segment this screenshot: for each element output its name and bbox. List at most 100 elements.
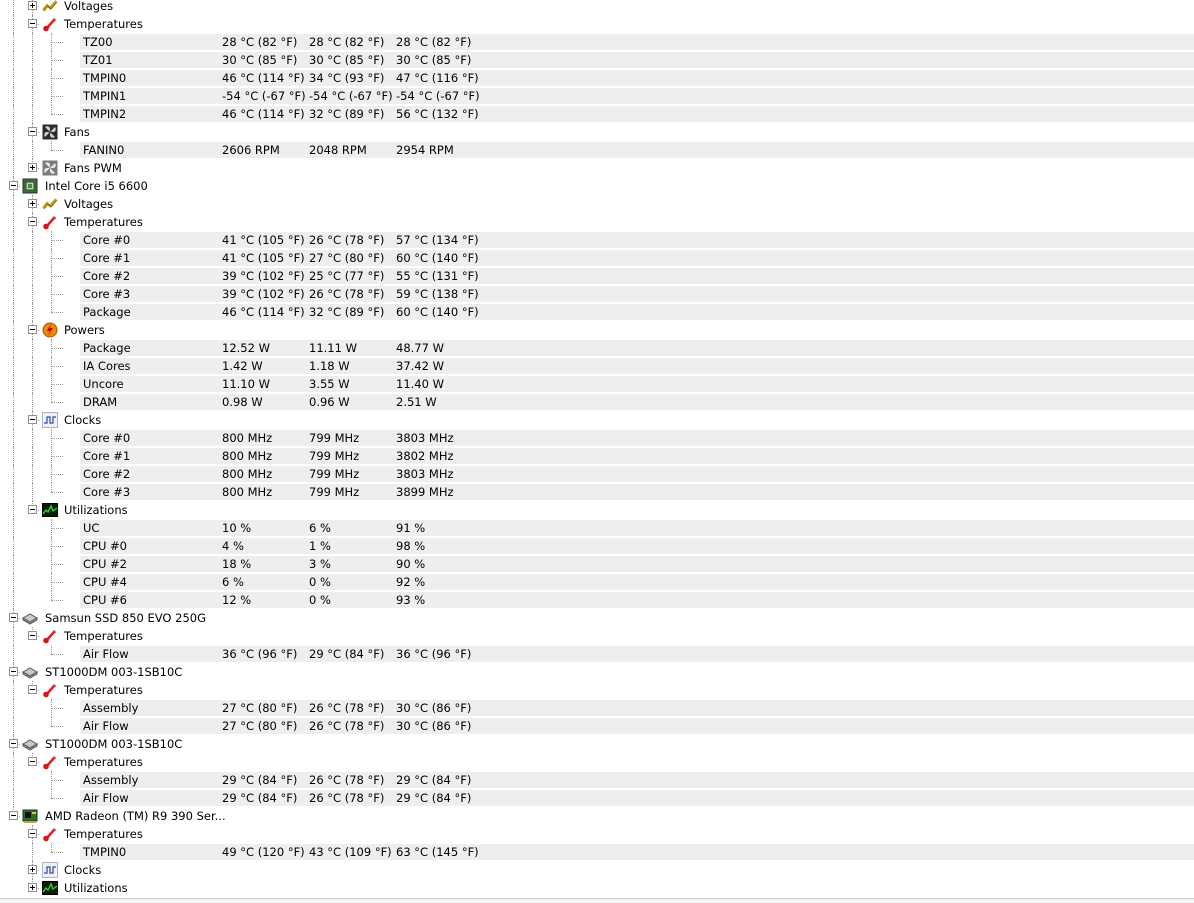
collapse-toggle-icon[interactable] [9, 811, 18, 820]
sensor-group-node[interactable]: Temperatures [0, 825, 1194, 843]
collapse-toggle-icon[interactable] [28, 829, 37, 838]
sensor-group-node[interactable]: Fans PWM [0, 159, 1194, 177]
max-cell: 98 % [396, 539, 426, 553]
tree-guide-line [32, 51, 33, 69]
collapse-toggle-icon[interactable] [9, 613, 18, 622]
sensor-group-node[interactable]: Utilizations [0, 501, 1194, 519]
node-label: Assembly [83, 773, 139, 787]
sensor-row[interactable]: Core #1 41 °C (105 °F) 27 °C (80 °F) 60 °C … [0, 249, 1194, 267]
collapse-toggle-icon[interactable] [28, 127, 37, 136]
collapse-toggle-icon[interactable] [28, 685, 37, 694]
expand-toggle-icon[interactable] [28, 199, 37, 208]
value-cell: 800 MHz [222, 467, 273, 481]
device-node[interactable]: AMD Radeon (TM) R9 390 Ser... [0, 807, 1194, 825]
horizontal-scrollbar[interactable] [0, 898, 1194, 903]
sensor-group-node[interactable]: Fans [0, 123, 1194, 141]
min-cell: 30 °C (85 °F) [309, 53, 385, 67]
sensor-row[interactable]: TZ00 28 °C (82 °F) 28 °C (82 °F) 28 °C (82 … [0, 33, 1194, 51]
sensor-group-node[interactable]: Voltages [0, 195, 1194, 213]
node-label: Powers [64, 323, 105, 337]
tree-connector [51, 240, 63, 241]
expand-toggle-icon[interactable] [28, 1, 37, 10]
collapse-toggle-icon[interactable] [28, 19, 37, 28]
sensor-row[interactable]: TMPIN0 49 °C (120 °F) 43 °C (109 °F) 63 °C … [0, 843, 1194, 861]
tree-connector [51, 798, 63, 799]
sensor-row[interactable]: CPU #4 6 % 0 % 92 % [0, 573, 1194, 591]
sensor-group-node[interactable]: Temperatures [0, 15, 1194, 33]
sensor-row[interactable]: DRAM 0.98 W 0.96 W 2.51 W [0, 393, 1194, 411]
sensor-row[interactable]: Air Flow 27 °C (80 °F) 26 °C (78 °F) 30 °C … [0, 717, 1194, 735]
expand-toggle-icon[interactable] [28, 163, 37, 172]
node-label: Voltages [64, 197, 114, 211]
sensor-row[interactable]: TZ01 30 °C (85 °F) 30 °C (85 °F) 30 °C (85 … [0, 51, 1194, 69]
sensor-group-node[interactable]: Utilizations [0, 879, 1194, 897]
device-node[interactable]: ST1000DM 003-1SB10C [0, 663, 1194, 681]
sensor-row[interactable]: TMPIN2 46 °C (114 °F) 32 °C (89 °F) 56 °C (… [0, 105, 1194, 123]
sensor-row[interactable]: Core #2 800 MHz 799 MHz 3803 MHz [0, 465, 1194, 483]
sensor-row[interactable]: Uncore 11.10 W 3.55 W 11.40 W [0, 375, 1194, 393]
tree-guide-line [13, 375, 14, 393]
sensor-group-node[interactable]: Voltages [0, 0, 1194, 15]
sensor-group-node[interactable]: Clocks [0, 861, 1194, 879]
collapse-toggle-icon[interactable] [9, 667, 18, 676]
device-node[interactable]: Intel Core i5 6600 [0, 177, 1194, 195]
tree-guide-line [13, 357, 14, 375]
sensor-row[interactable]: Air Flow 36 °C (96 °F) 29 °C (84 °F) 36 °C … [0, 645, 1194, 663]
tree-connector [51, 312, 63, 313]
tree-connector [51, 384, 63, 385]
tree-guide-line [13, 411, 14, 429]
node-label: Temperatures [64, 17, 143, 31]
max-cell: 30 °C (86 °F) [396, 719, 472, 733]
max-cell: 30 °C (86 °F) [396, 701, 472, 715]
sensor-group-node[interactable]: Temperatures [0, 753, 1194, 771]
expand-toggle-icon[interactable] [28, 865, 37, 874]
sensor-row[interactable]: CPU #0 4 % 1 % 98 % [0, 537, 1194, 555]
collapse-toggle-icon[interactable] [28, 757, 37, 766]
sensor-row[interactable]: FANIN0 2606 RPM 2048 RPM 2954 RPM [0, 141, 1194, 159]
expand-toggle-icon[interactable] [28, 883, 37, 892]
collapse-toggle-icon[interactable] [28, 415, 37, 424]
fan-pwm-icon [42, 160, 58, 176]
value-cell: 800 MHz [222, 449, 273, 463]
sensor-group-node[interactable]: Temperatures [0, 681, 1194, 699]
device-node[interactable]: ST1000DM 003-1SB10C [0, 735, 1194, 753]
sensor-row[interactable]: Core #0 800 MHz 799 MHz 3803 MHz [0, 429, 1194, 447]
sensor-group-node[interactable]: Powers [0, 321, 1194, 339]
sensor-row[interactable]: IA Cores 1.42 W 1.18 W 37.42 W [0, 357, 1194, 375]
node-label: Package [83, 305, 131, 319]
sensor-row[interactable]: Package 12.52 W 11.11 W 48.77 W [0, 339, 1194, 357]
min-cell: 1.18 W [309, 359, 350, 373]
sensor-row[interactable]: TMPIN0 46 °C (114 °F) 34 °C (93 °F) 47 °C (… [0, 69, 1194, 87]
node-label: CPU #0 [83, 539, 127, 553]
node-label: Core #0 [83, 233, 131, 247]
node-label: Air Flow [83, 719, 129, 733]
sensor-group-node[interactable]: Clocks [0, 411, 1194, 429]
collapse-toggle-icon[interactable] [9, 181, 18, 190]
sensor-row[interactable]: Core #1 800 MHz 799 MHz 3802 MHz [0, 447, 1194, 465]
sensor-row[interactable]: Core #3 800 MHz 799 MHz 3899 MHz [0, 483, 1194, 501]
sensor-row[interactable]: CPU #2 18 % 3 % 90 % [0, 555, 1194, 573]
sensor-row[interactable]: Core #2 39 °C (102 °F) 25 °C (77 °F) 55 °C … [0, 267, 1194, 285]
tree-guide-line [13, 519, 14, 537]
sensor-row[interactable]: Assembly 29 °C (84 °F) 26 °C (78 °F) 29 °C … [0, 771, 1194, 789]
collapse-toggle-icon[interactable] [28, 217, 37, 226]
sensor-row[interactable]: CPU #6 12 % 0 % 93 % [0, 591, 1194, 609]
sensor-group-node[interactable]: Temperatures [0, 627, 1194, 645]
sensor-row[interactable]: Core #3 39 °C (102 °F) 26 °C (78 °F) 59 °C … [0, 285, 1194, 303]
device-node[interactable]: Samsun SSD 850 EVO 250G [0, 609, 1194, 627]
sensor-row[interactable]: Air Flow 29 °C (84 °F) 26 °C (78 °F) 29 °C … [0, 789, 1194, 807]
sensor-row[interactable]: Package 46 °C (114 °F) 32 °C (89 °F) 60 °C … [0, 303, 1194, 321]
collapse-toggle-icon[interactable] [9, 739, 18, 748]
collapse-toggle-icon[interactable] [28, 631, 37, 640]
tree-guide-line [51, 843, 52, 852]
sensor-row[interactable]: Assembly 27 °C (80 °F) 26 °C (78 °F) 30 °C … [0, 699, 1194, 717]
collapse-toggle-icon[interactable] [28, 325, 37, 334]
sensor-group-node[interactable]: Temperatures [0, 213, 1194, 231]
sensor-row[interactable]: Core #0 41 °C (105 °F) 26 °C (78 °F) 57 °C … [0, 231, 1194, 249]
sensor-row[interactable]: TMPIN1 -54 °C (-67 °F) -54 °C (-67 °F) -54 … [0, 87, 1194, 105]
node-label: Temperatures [64, 215, 143, 229]
node-label: TMPIN0 [83, 71, 127, 85]
tree-guide-line [13, 573, 14, 591]
collapse-toggle-icon[interactable] [28, 505, 37, 514]
sensor-row[interactable]: UC 10 % 6 % 91 % [0, 519, 1194, 537]
